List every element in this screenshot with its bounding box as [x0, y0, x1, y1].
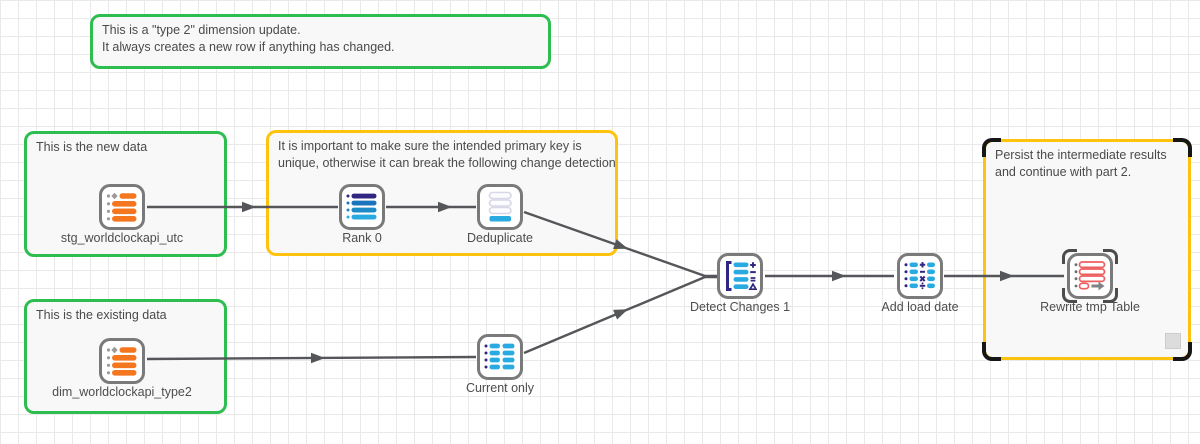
node-current-only[interactable]: Current only — [410, 334, 590, 395]
rank-icon — [346, 193, 377, 220]
selection-corner — [982, 342, 1001, 361]
icon-frame — [477, 334, 523, 380]
note-text: This is the existing data — [36, 308, 167, 322]
arrowhead — [613, 309, 628, 320]
icon-frame — [99, 338, 145, 384]
node-rewrite-tmp-table[interactable]: Rewrite tmp Table — [1000, 249, 1180, 314]
node-label: Add load date — [881, 300, 959, 314]
corner-bracket-icon — [1062, 249, 1077, 264]
note-text: This is the new data — [36, 140, 148, 154]
add-calculated-column-icon — [904, 262, 935, 290]
resize-handle[interactable] — [1165, 333, 1181, 349]
table-orange-icon — [106, 192, 137, 222]
note-persist-selected[interactable]: Persist the intermediate results and con… — [982, 138, 1192, 361]
corner-bracket-icon — [1103, 249, 1118, 264]
workflow-canvas[interactable]: This is a "type 2" dimension update. It … — [0, 0, 1200, 444]
table-orange-icon — [106, 346, 137, 376]
node-add-load-date[interactable]: Add load date — [830, 253, 1010, 314]
note-text: It is important to make sure the intende… — [278, 139, 582, 153]
note-text: unique, otherwise it can break the follo… — [278, 156, 616, 171]
icon-frame — [339, 184, 385, 230]
node-deduplicate[interactable]: Deduplicate — [410, 184, 590, 245]
node-label: dim_worldclockapi_type2 — [52, 385, 192, 399]
node-label: Deduplicate — [466, 231, 533, 245]
arrowhead — [311, 352, 325, 364]
selection-corner — [1173, 138, 1192, 157]
corner-bracket-icon — [1062, 288, 1077, 303]
node-stg-worldclockapi-utc[interactable]: stg_worldclockapi_utc — [32, 184, 212, 245]
node-label: stg_worldclockapi_utc — [60, 231, 184, 245]
icon-frame — [897, 253, 943, 299]
note-text: This is a "type 2" dimension update. — [102, 23, 301, 37]
note-text: Persist the intermediate results — [995, 148, 1167, 162]
note-text: and continue with part 2. — [995, 165, 1132, 180]
node-label: Current only — [465, 381, 535, 395]
rewrite-table-icon — [1074, 261, 1106, 291]
deduplicate-icon — [488, 191, 512, 222]
icon-frame — [99, 184, 145, 230]
node-label: Rewrite tmp Table — [1040, 300, 1140, 314]
detect-changes-icon — [726, 261, 757, 291]
node-label: Rank 0 — [342, 231, 382, 245]
icon-frame — [477, 184, 523, 230]
note-text: It always creates a new row if anything … — [102, 40, 395, 55]
arrowhead — [242, 201, 256, 213]
icon-frame — [717, 253, 763, 299]
node-dim-worldclockapi-type2[interactable]: dim_worldclockapi_type2 — [32, 338, 212, 399]
current-only-icon — [484, 343, 515, 370]
node-label: Detect Changes 1 — [689, 300, 791, 314]
icon-frame — [1062, 249, 1118, 303]
note-type2-dimension[interactable]: This is a "type 2" dimension update. It … — [90, 14, 551, 69]
selection-corner — [982, 138, 1001, 157]
node-detect-changes-1[interactable]: Detect Changes 1 — [650, 253, 830, 314]
